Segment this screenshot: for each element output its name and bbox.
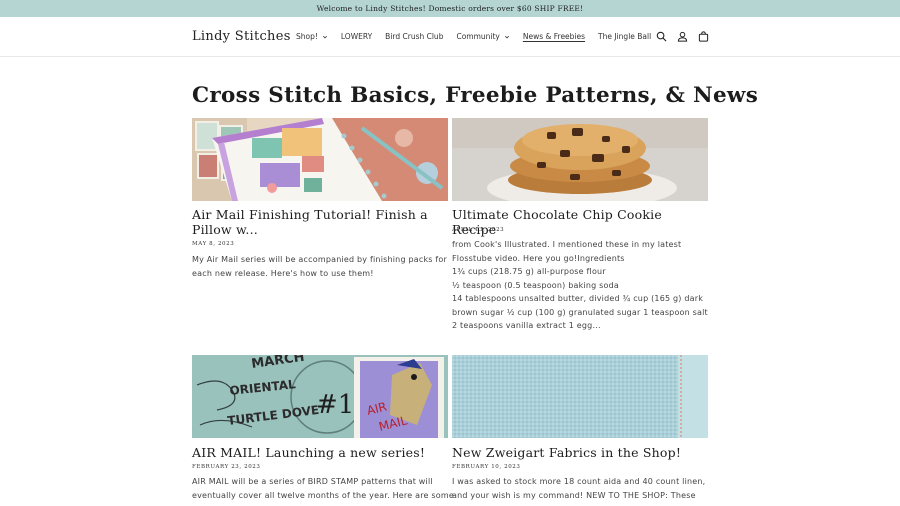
excerpt-line: I was asked to stock more 18 count aida …	[452, 477, 706, 486]
article-excerpt: My Air Mail series will be accompanied b…	[192, 253, 447, 280]
article-date: FEBRUARY 10, 2023	[452, 464, 521, 470]
stamp-number-text: #1	[316, 390, 354, 420]
nav-item-news-freebies[interactable]: News & Freebies	[523, 32, 585, 41]
main-nav: Shop! LOWERY Bird Crush Club Community N…	[296, 32, 664, 41]
article-excerpt: from Cook's Illustrated. I mentioned the…	[452, 238, 708, 333]
nav-item-community[interactable]: Community	[456, 32, 509, 41]
site-logo[interactable]: Lindy Stitches	[192, 29, 291, 44]
excerpt-line: 1¾ cups (218.75 g) all-purpose flour	[452, 267, 606, 276]
cart-icon[interactable]	[697, 30, 710, 43]
excerpt-line: ½ teaspoon (0.5 teaspoon) baking soda	[452, 280, 619, 290]
excerpt-line: from Cook's Illustrated. I mentioned the…	[452, 240, 682, 249]
site-header: Lindy Stitches Shop! LOWERY Bird Crush C…	[0, 17, 900, 57]
title-line: AIR MAIL! Launching a new series!	[192, 445, 426, 460]
article-date: APRIL 13, 2023	[452, 227, 505, 233]
excerpt-line: eventually cover all twelve months of th…	[192, 490, 454, 500]
article-excerpt: AIR MAIL will be a series of BIRD STAMP …	[192, 475, 454, 502]
article-title[interactable]: AIR MAIL! Launching a new series!	[192, 445, 448, 460]
excerpt-line: and your wish is my command! NEW TO THE …	[452, 490, 696, 500]
search-icon[interactable]	[655, 30, 668, 43]
nav-label: News & Freebies	[522, 32, 586, 41]
header-icons	[655, 30, 710, 43]
article-date: MAY 8, 2023	[192, 241, 235, 247]
nav-item-shop[interactable]: Shop!	[296, 32, 328, 41]
article-excerpt: I was asked to stock more 18 count aida …	[452, 475, 705, 502]
article-title[interactable]: Air Mail Finishing Tutorial! Finish a Pi…	[192, 207, 448, 237]
article-date: FEBRUARY 23, 2023	[192, 464, 261, 470]
nav-item-lowery[interactable]: LOWERY	[341, 32, 372, 41]
nav-label: The Jingle Ball	[598, 32, 652, 41]
excerpt-line: 2 teaspoons vanilla extract 1 egg...	[452, 321, 601, 330]
excerpt-line: Flosstube video. Here you go!Ingredients	[452, 253, 625, 263]
nav-label: Community	[456, 32, 500, 41]
nav-label: Shop!	[296, 32, 318, 41]
announcement-bar: Welcome to Lindy Stitches! Domestic orde…	[0, 0, 900, 17]
excerpt-line: My Air Mail series will be accompanied b…	[192, 255, 447, 264]
nav-item-bird-crush-club[interactable]: Bird Crush Club	[385, 32, 443, 41]
chevron-down-icon	[504, 35, 509, 38]
account-icon[interactable]	[676, 30, 689, 43]
nav-label: LOWERY	[340, 32, 373, 41]
title-line: New Zweigart Fabrics in the Shop!	[452, 445, 682, 460]
title-line: Pillow w...	[192, 222, 258, 237]
nav-label: Bird Crush Club	[385, 32, 444, 41]
article-title[interactable]: New Zweigart Fabrics in the Shop!	[452, 445, 708, 460]
cookie-image[interactable]	[452, 118, 708, 201]
chevron-down-icon	[322, 35, 327, 38]
page-title: Cross Stitch Basics, Freebie Patterns, &…	[192, 83, 759, 108]
excerpt-line: brown sugar ½ cup (100 g) granulated sug…	[452, 307, 708, 317]
excerpt-line: AIR MAIL will be a series of BIRD STAMP …	[192, 477, 433, 486]
cross-stitch-pillow-image[interactable]	[192, 118, 448, 201]
air-mail-stamp-image[interactable]: MARCH ORIENTAL TURTLE DOVE #1 AIR MAIL	[192, 355, 448, 438]
title-line: Air Mail Finishing Tutorial! Finish a	[192, 207, 428, 222]
nav-item-jingle-ball[interactable]: The Jingle Ball	[598, 32, 651, 41]
excerpt-line: 14 tablespoons unsalted butter, divided …	[452, 294, 704, 303]
fabric-image[interactable]	[452, 355, 708, 438]
excerpt-line: each new release. Here's how to use them…	[192, 268, 374, 278]
announcement-text: Welcome to Lindy Stitches! Domestic orde…	[316, 4, 584, 13]
